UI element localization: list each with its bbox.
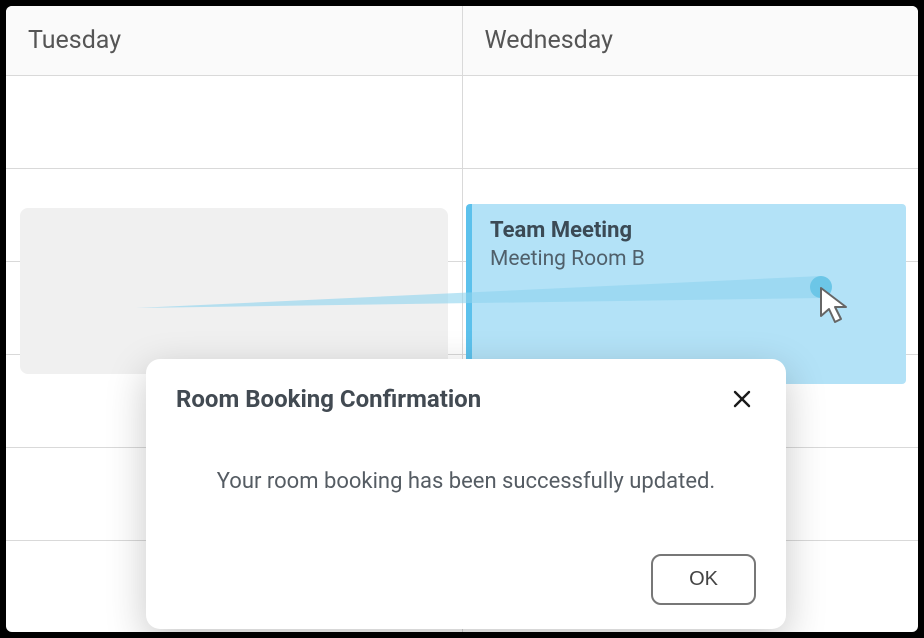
day-label: Wednesday xyxy=(485,26,613,55)
calendar-event[interactable]: Team Meeting Meeting Room B xyxy=(466,204,906,384)
calendar-canvas: Tuesday Wednesday xyxy=(6,6,918,632)
event-drag-ghost xyxy=(20,208,448,374)
app-frame: Tuesday Wednesday xyxy=(0,0,924,638)
calendar-grid[interactable]: Team Meeting Meeting Room B Room Booking… xyxy=(6,76,918,632)
dialog-message: Your room booking has been successfully … xyxy=(176,469,756,494)
dialog-title: Room Booking Confirmation xyxy=(176,385,481,413)
dialog-header: Room Booking Confirmation xyxy=(176,385,756,413)
dialog-footer: OK xyxy=(176,554,756,605)
ok-button[interactable]: OK xyxy=(651,554,756,605)
day-label: Tuesday xyxy=(28,26,121,55)
close-button[interactable] xyxy=(728,385,756,413)
day-header-tuesday: Tuesday xyxy=(6,6,463,75)
calendar-header-row: Tuesday Wednesday xyxy=(6,6,918,76)
drag-endpoint-icon xyxy=(810,276,832,298)
grid-cell[interactable] xyxy=(463,76,919,168)
confirmation-dialog: Room Booking Confirmation Your room book… xyxy=(146,359,786,629)
grid-cell[interactable] xyxy=(6,76,463,168)
time-row xyxy=(6,76,918,169)
event-room: Meeting Room B xyxy=(490,247,888,271)
event-title: Team Meeting xyxy=(490,218,888,243)
day-header-wednesday: Wednesday xyxy=(463,6,919,75)
close-icon xyxy=(732,389,752,409)
